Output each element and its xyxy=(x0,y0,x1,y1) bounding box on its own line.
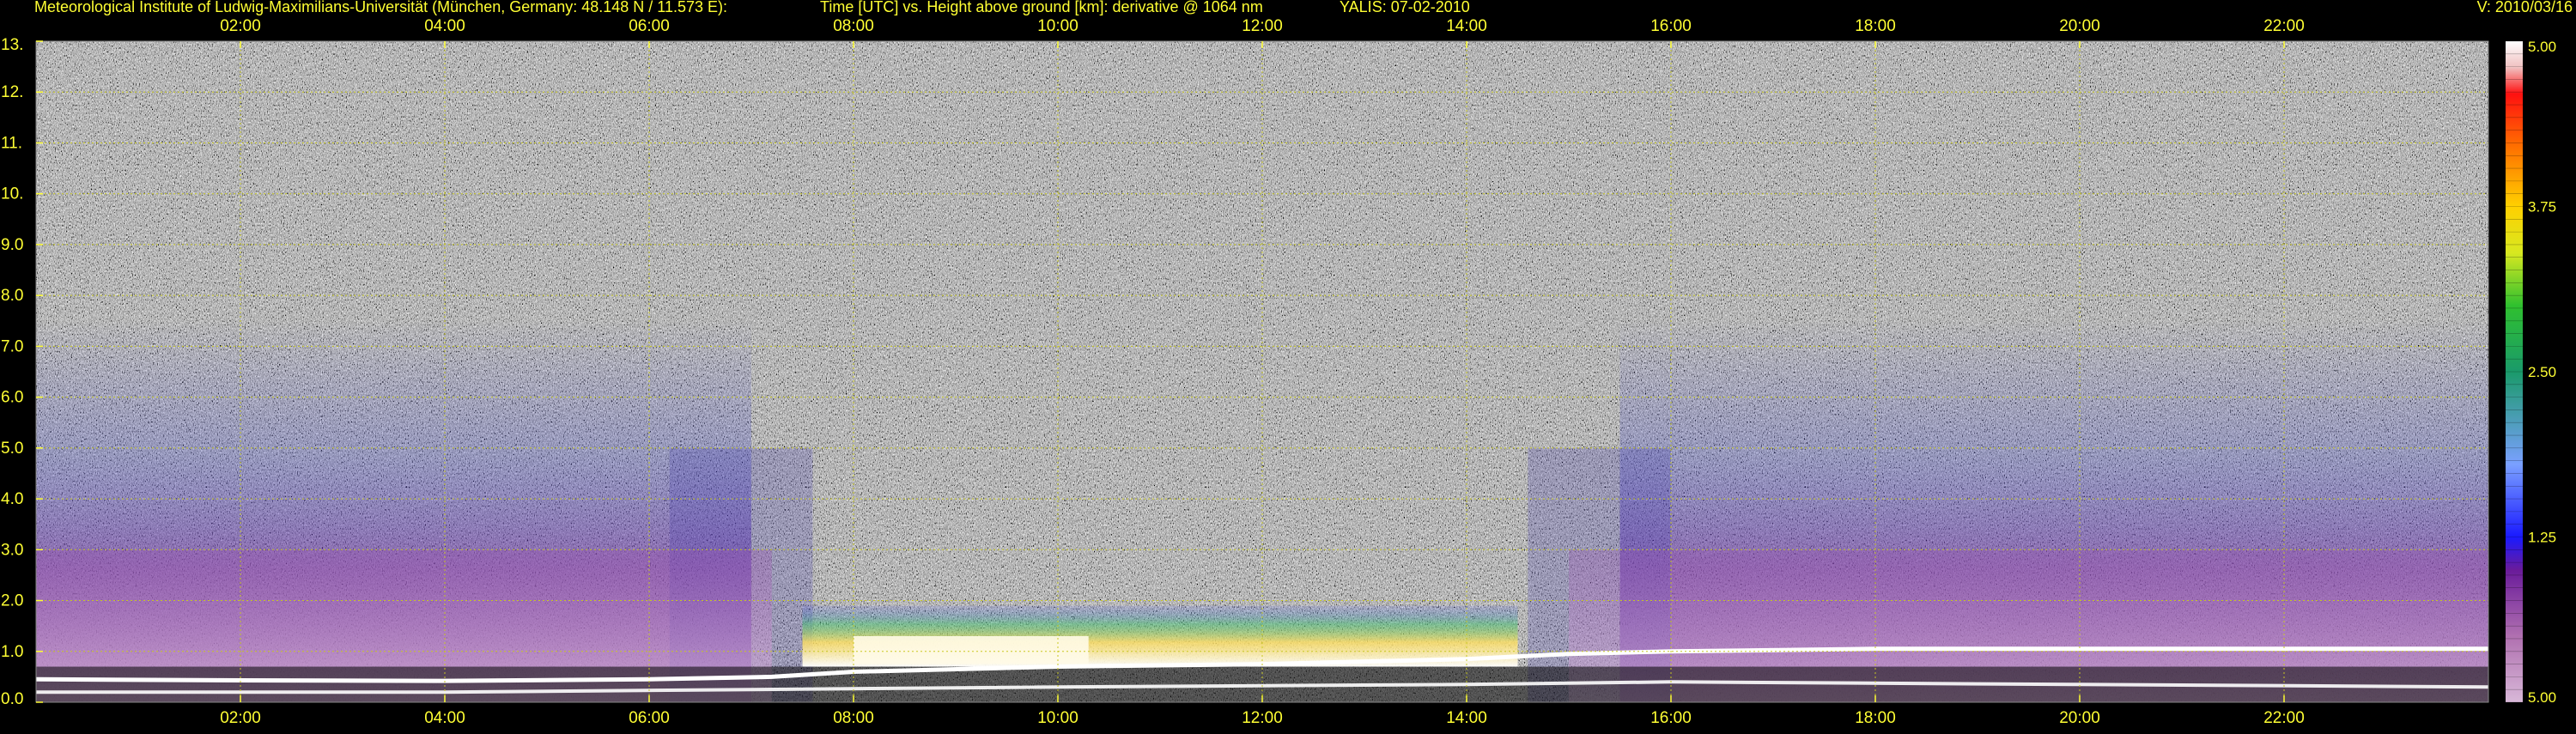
lidar-chart-svg: 02:00 02:00 04:00 04:00 06:00 06:00 08:00 08:00… xyxy=(1,0,2573,727)
x-tick-label-top: 18:00 xyxy=(1855,17,1896,35)
y-tick-label: 6.0 xyxy=(1,389,23,407)
x-tick-label-top: 16:00 xyxy=(1650,17,1692,35)
y-tick-label: 9.0 xyxy=(1,236,23,254)
x-tick-label-bottom: 08:00 xyxy=(833,709,874,727)
x-tick-label-top: 04:00 xyxy=(424,17,465,35)
x-tick-label-bottom: 22:00 xyxy=(2263,709,2305,727)
y-tick-label: 13. xyxy=(1,36,23,54)
y-tick-label: 10. xyxy=(1,185,23,203)
colorbar-label: 5.00 xyxy=(2528,39,2556,55)
header-description: Time [UTC] vs. Height above ground [km]:… xyxy=(820,0,1263,15)
header: Meteorological Institute of Ludwig-Maxim… xyxy=(34,0,2573,15)
x-tick-label-bottom: 04:00 xyxy=(424,709,465,727)
x-tick-label-top: 22:00 xyxy=(2263,17,2305,35)
x-tick-label-bottom: 02:00 xyxy=(220,709,261,727)
x-tick-label-bottom: 14:00 xyxy=(1446,709,1487,727)
x-tick-label-top: 12:00 xyxy=(1242,17,1283,35)
colorbar-label: 2.50 xyxy=(2528,364,2556,380)
y-tick-label: 7.0 xyxy=(1,337,23,355)
y-tick-label: 2.0 xyxy=(1,592,23,610)
colorbar-label: 1.25 xyxy=(2528,530,2556,546)
x-tick-label-top: 20:00 xyxy=(2059,17,2100,35)
y-tick-label: 1.0 xyxy=(1,643,23,661)
x-tick-label-bottom: 16:00 xyxy=(1650,709,1692,727)
header-institute: Meteorological Institute of Ludwig-Maxim… xyxy=(34,0,727,15)
x-tick-label-top: 06:00 xyxy=(629,17,670,35)
y-tick-label: 3.0 xyxy=(1,541,23,559)
header-station: YALIS: 07-02-2010 xyxy=(1340,0,1470,15)
y-tick-label: 4.0 xyxy=(1,490,23,508)
y-tick-label: 12. xyxy=(1,83,23,101)
x-tick-label-bottom: 06:00 xyxy=(629,709,670,727)
lidar-plot: 02:00 02:00 04:00 04:00 06:00 06:00 08:00 08:00… xyxy=(0,0,2576,730)
x-tick-label-bottom: 20:00 xyxy=(2059,709,2100,727)
x-tick-label-top: 10:00 xyxy=(1037,17,1078,35)
y-tick-label: 0.0 xyxy=(1,690,23,708)
x-tick-label-bottom: 18:00 xyxy=(1855,709,1896,727)
y-tick-label: 5.0 xyxy=(1,440,23,458)
x-tick-label-bottom: 12:00 xyxy=(1242,709,1283,727)
x-tick-label-top: 02:00 xyxy=(220,17,261,35)
y-tick-label: 8.0 xyxy=(1,287,23,305)
colorbar-label: 3.75 xyxy=(2528,199,2556,215)
aerosol-core xyxy=(854,636,1089,664)
x-tick-label-top: 08:00 xyxy=(833,17,874,35)
y-tick-label: 11. xyxy=(1,134,22,152)
colorbar: 5.00 3.75 2.50 1.25 5.00 xyxy=(2506,39,2556,706)
x-tick-label-top: 14:00 xyxy=(1446,17,1487,35)
colorbar-label: 5.00 xyxy=(2528,689,2556,706)
x-tick-label-bottom: 10:00 xyxy=(1037,709,1078,727)
header-version: V: 2010/03/16 xyxy=(2477,0,2573,15)
